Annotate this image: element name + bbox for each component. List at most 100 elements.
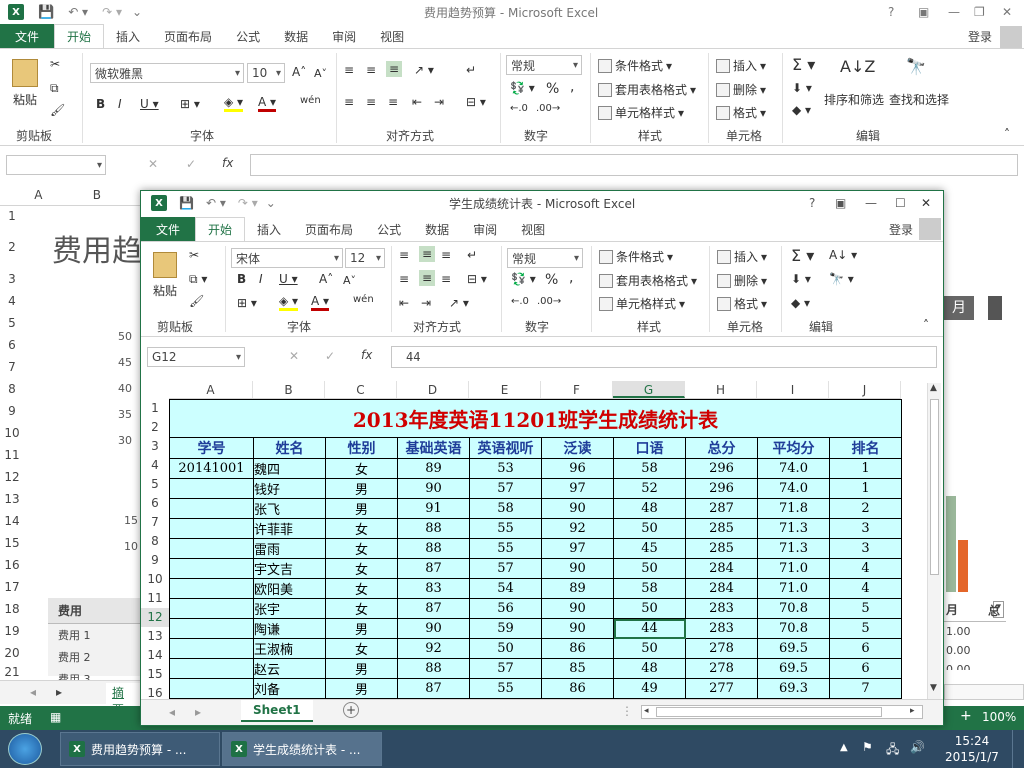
table-cell[interactable]: 女 [325,598,398,619]
col-c[interactable]: C [325,381,397,398]
table-cell[interactable]: 87 [397,558,470,579]
format-as-table-button[interactable]: 套用表格格式 ▾ [598,81,696,98]
cell-styles-button[interactable]: 单元格样式 ▾ [598,104,684,121]
align-right-icon[interactable]: ≡ [441,272,451,286]
row-number[interactable]: 19 [0,620,24,642]
table-cell[interactable]: 57 [469,558,542,579]
scroll-left-icon[interactable]: ◂ [644,706,649,716]
table-cell[interactable]: 69.3 [757,678,830,699]
header-cell[interactable]: 口语 [613,437,686,459]
scroll-down-icon[interactable]: ▼ [930,683,937,693]
table-cell[interactable]: 55 [469,678,542,699]
percent-button[interactable]: % [546,81,559,97]
insert-cells-button[interactable]: 插入 ▾ [716,57,766,74]
back-formula-input[interactable] [250,154,1018,176]
help-icon[interactable]: ? [809,196,815,210]
table-cell[interactable]: 女 [325,578,398,599]
row-number[interactable]: 2 [0,226,24,268]
table-cell[interactable]: 285 [685,518,758,539]
scroll-up-icon[interactable]: ▲ [930,383,937,393]
table-cell[interactable]: 296 [685,478,758,499]
tab-formulas[interactable]: 公式 [365,217,413,241]
close-icon[interactable]: ✕ [921,196,931,210]
table-cell[interactable]: 6 [829,658,902,679]
table-cell[interactable]: 女 [325,638,398,659]
back-col-b[interactable]: B [54,188,140,205]
table-cell[interactable]: 45 [613,538,686,559]
row-number[interactable]: 8 [141,532,169,551]
align-left-icon[interactable]: ≡ [399,272,409,286]
table-cell[interactable]: 宇文吉 [253,558,326,579]
clear-icon[interactable]: ◆ ▾ [791,296,810,310]
underline-button[interactable]: U ▾ [279,272,298,286]
cut-icon[interactable]: ✂ [189,248,199,262]
col-e[interactable]: E [469,381,541,398]
decrease-font-icon[interactable]: A˅ [314,67,327,80]
decrease-font-icon[interactable]: A˅ [343,274,356,287]
table-cell[interactable]: 58 [613,578,686,599]
number-format-select[interactable]: 常规 [507,248,583,268]
minimize-icon[interactable]: — [948,5,960,19]
show-desktop-button[interactable] [1012,730,1024,768]
col-b[interactable]: B [253,381,325,398]
table-cell[interactable]: 89 [397,458,470,479]
table-cell[interactable]: 男 [325,678,398,699]
table-cell[interactable]: 284 [685,578,758,599]
table-cell[interactable]: 86 [541,678,614,699]
tab-data[interactable]: 数据 [272,24,320,48]
redo-icon[interactable]: ↷ ▾ [102,5,122,19]
find-select-button[interactable]: 查找和选择 [889,91,949,108]
tab-split-icon[interactable]: ⋮ [621,704,633,718]
border-icon[interactable]: ⊞ ▾ [180,97,200,111]
tray-arrow-icon[interactable]: ▲ [840,742,848,753]
table-cell[interactable]: 90 [397,618,470,639]
border-icon[interactable]: ⊞ ▾ [237,296,257,310]
align-center-icon[interactable]: ≡ [366,95,376,109]
row-number[interactable]: 5 [0,312,24,334]
header-cell[interactable]: 基础英语 [397,437,470,459]
format-as-table-button[interactable]: 套用表格格式 ▾ [599,272,697,289]
taskbar-item-grades[interactable]: X 学生成绩统计表 - ... [222,732,382,766]
format-cells-button[interactable]: 格式 ▾ [717,295,767,312]
table-cell[interactable] [169,538,254,559]
font-color-icon[interactable]: A ▾ [258,95,277,112]
fill-icon[interactable]: ⬇ ▾ [792,81,812,95]
col-h[interactable]: H [685,381,757,398]
table-cell[interactable]: 283 [685,618,758,639]
table-cell[interactable]: 50 [613,558,686,579]
align-center-icon[interactable]: ≡ [419,270,436,286]
table-cell[interactable]: 3 [829,518,902,539]
table-cell[interactable]: 71.0 [757,558,830,579]
table-cell[interactable]: 88 [397,518,470,539]
scroll-right-icon[interactable]: ▸ [910,706,915,716]
tab-home[interactable]: 开始 [195,217,246,241]
format-cells-button[interactable]: 格式 ▾ [716,104,766,121]
table-cell[interactable]: 50 [613,638,686,659]
table-cell[interactable]: 90 [541,498,614,519]
sheet-prev-icon[interactable]: ◂ [169,705,175,719]
col-a[interactable]: A [169,381,253,398]
table-cell[interactable]: 57 [469,658,542,679]
table-cell[interactable]: 74.0 [757,478,830,499]
back-hscroll[interactable] [944,684,1024,700]
start-button-icon[interactable] [8,733,42,765]
tab-insert[interactable]: 插入 [245,217,293,241]
back-col-a[interactable]: A [23,188,54,205]
sheet-tab-sheet1[interactable]: Sheet1 [241,700,313,722]
increase-font-icon[interactable]: A˄ [292,65,306,79]
row-number[interactable]: 16 [141,684,169,699]
number-format-select[interactable]: 常规 [506,55,582,75]
align-right-icon[interactable]: ≡ [388,95,398,109]
table-cell[interactable]: 55 [469,518,542,539]
align-top-icon[interactable]: ≡ [344,63,354,77]
table-cell[interactable]: 48 [613,658,686,679]
row-number[interactable]: 21 [0,664,24,680]
table-cell[interactable]: 女 [325,558,398,579]
help-icon[interactable]: ? [888,5,894,19]
table-cell[interactable]: 王淑楠 [253,638,326,659]
percent-button[interactable]: % [545,272,558,288]
tab-page-layout[interactable]: 页面布局 [152,24,224,48]
header-cell[interactable]: 姓名 [253,437,326,459]
row-number[interactable]: 16 [0,554,24,576]
maximize-icon[interactable]: ☐ [895,196,906,210]
